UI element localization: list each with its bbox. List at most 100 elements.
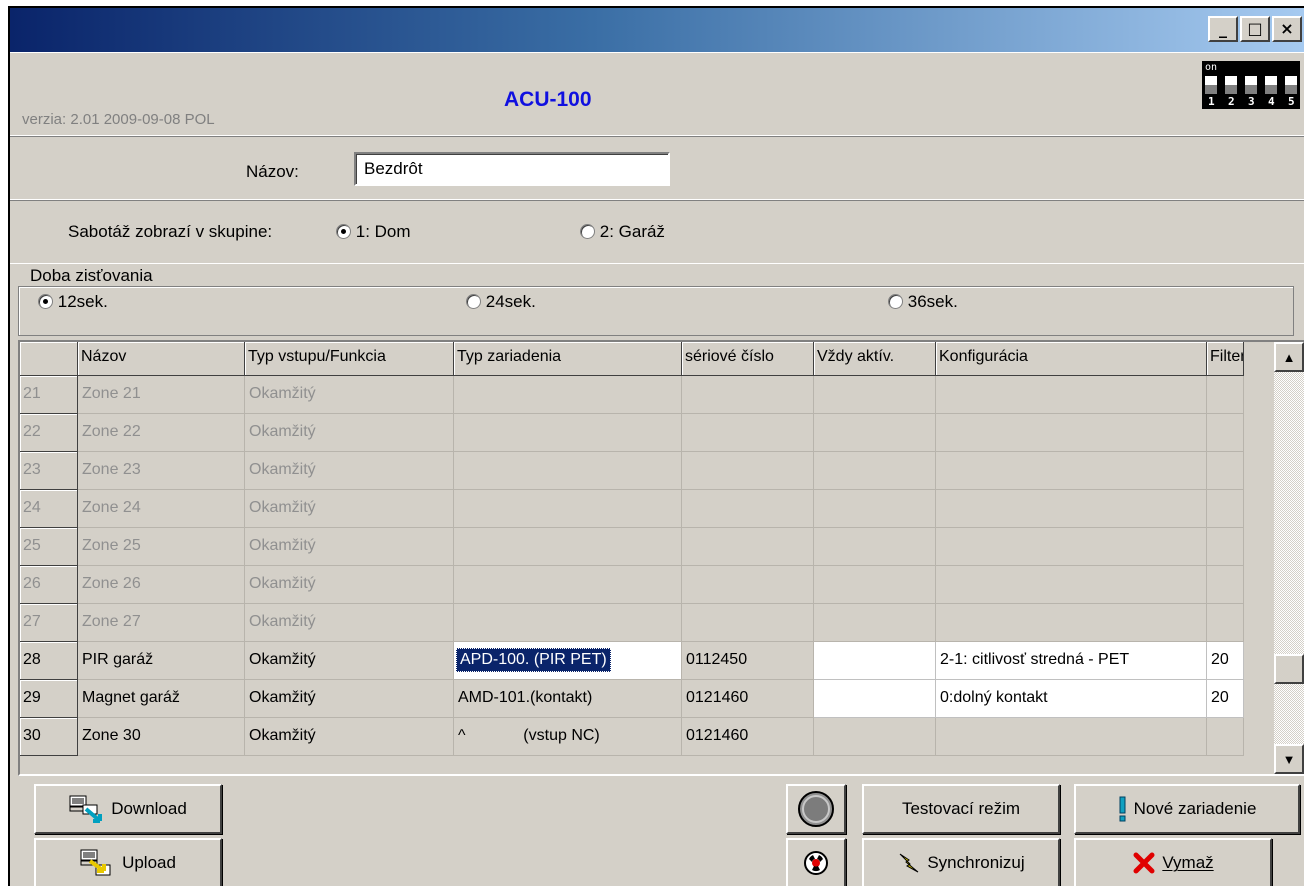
cell-name[interactable]: Zone 25 (78, 528, 245, 566)
cell-device-type[interactable] (454, 414, 682, 452)
cell-filter[interactable] (1207, 490, 1244, 528)
cell-input-type[interactable]: Okamžitý (245, 718, 454, 756)
cell-name[interactable]: Zone 23 (78, 452, 245, 490)
column-header-input-type[interactable]: Typ vstupu/Funkcia (245, 342, 454, 376)
cell-filter[interactable] (1207, 376, 1244, 414)
tamper-option-garaz[interactable]: 2: Garáž (580, 222, 665, 242)
cell-device-type[interactable] (454, 604, 682, 642)
cell-configuration[interactable]: 0:dolný kontakt (936, 680, 1207, 718)
cell-configuration[interactable] (936, 490, 1207, 528)
cell-configuration[interactable] (936, 528, 1207, 566)
cell-configuration[interactable] (936, 376, 1207, 414)
cell-device-type[interactable] (454, 566, 682, 604)
minimize-button[interactable]: _ (1208, 16, 1238, 42)
column-header-serial[interactable]: sériové číslo (682, 342, 814, 376)
cell-always-active[interactable] (814, 414, 936, 452)
cell-always-active[interactable] (814, 566, 936, 604)
cell-device-type[interactable] (454, 376, 682, 414)
cell-serial[interactable] (682, 566, 814, 604)
cell-input-type[interactable]: Okamžitý (245, 414, 454, 452)
cell-name[interactable]: Zone 30 (78, 718, 245, 756)
cell-input-type[interactable]: Okamžitý (245, 376, 454, 414)
new-device-button[interactable]: Nové zariadenie (1074, 784, 1300, 834)
cell-name[interactable]: Zone 24 (78, 490, 245, 528)
upload-button[interactable]: Upload (34, 838, 222, 886)
cell-configuration[interactable] (936, 414, 1207, 452)
cell-serial[interactable] (682, 528, 814, 566)
cell-always-active[interactable] (814, 376, 936, 414)
cell-filter[interactable] (1207, 452, 1244, 490)
cell-configuration[interactable] (936, 604, 1207, 642)
cell-device-type[interactable] (454, 490, 682, 528)
cell-filter[interactable] (1207, 718, 1244, 756)
column-header-device-type[interactable]: Typ zariadenia (454, 342, 682, 376)
scroll-thumb[interactable] (1274, 654, 1304, 684)
scroll-down-button[interactable]: ▼ (1274, 744, 1304, 774)
cell-serial[interactable] (682, 414, 814, 452)
cell-serial[interactable] (682, 604, 814, 642)
cell-serial[interactable]: 0121460 (682, 718, 814, 756)
status-indicator-button[interactable] (786, 784, 846, 834)
cell-serial[interactable] (682, 376, 814, 414)
cell-configuration[interactable] (936, 452, 1207, 490)
cell-name[interactable]: Zone 27 (78, 604, 245, 642)
column-header-name[interactable]: Názov (78, 342, 245, 376)
column-header-configuration[interactable]: Konfigurácia (936, 342, 1207, 376)
cell-name[interactable]: Magnet garáž (78, 680, 245, 718)
cell-serial[interactable]: 0112450 (682, 642, 814, 680)
vertical-scrollbar[interactable]: ▲ ▼ (1274, 342, 1304, 774)
name-input[interactable] (354, 152, 670, 186)
cell-name[interactable]: Zone 26 (78, 566, 245, 604)
cell-input-type[interactable]: Okamžitý (245, 604, 454, 642)
cell-filter[interactable] (1207, 604, 1244, 642)
cell-input-type[interactable]: Okamžitý (245, 452, 454, 490)
cell-input-type[interactable]: Okamžitý (245, 680, 454, 718)
cell-input-type[interactable]: Okamžitý (245, 566, 454, 604)
cell-filter[interactable]: 20 (1207, 642, 1244, 680)
cell-filter[interactable] (1207, 566, 1244, 604)
cell-always-active[interactable] (814, 718, 936, 756)
cell-configuration[interactable]: 2-1: citlivosť stredná - PET (936, 642, 1207, 680)
cell-serial[interactable] (682, 452, 814, 490)
detection-option-36[interactable]: 36sek. (888, 292, 958, 312)
cell-name[interactable]: PIR garáž (78, 642, 245, 680)
detection-option-12[interactable]: 12sek. (38, 292, 108, 312)
cell-always-active[interactable] (814, 642, 936, 680)
tamper-option-dom[interactable]: 1: Dom (336, 222, 411, 242)
synchronize-button[interactable]: Synchronizuj (862, 838, 1060, 886)
cell-configuration[interactable] (936, 718, 1207, 756)
title-bar[interactable]: _ □ × (10, 8, 1304, 52)
cell-filter[interactable] (1207, 528, 1244, 566)
cell-filter[interactable] (1207, 414, 1244, 452)
zones-grid[interactable]: Názov Typ vstupu/Funkcia Typ zariadenia … (18, 340, 1304, 776)
cell-serial[interactable]: 0121460 (682, 680, 814, 718)
cell-input-type[interactable]: Okamžitý (245, 642, 454, 680)
download-button[interactable]: Download (34, 784, 222, 834)
cell-device-type[interactable]: APD-100. (PIR PET) (454, 642, 682, 680)
cell-name[interactable]: Zone 21 (78, 376, 245, 414)
close-button[interactable]: × (1272, 16, 1302, 42)
cell-input-type[interactable]: Okamžitý (245, 528, 454, 566)
cell-configuration[interactable] (936, 566, 1207, 604)
cell-always-active[interactable] (814, 604, 936, 642)
cell-filter[interactable]: 20 (1207, 680, 1244, 718)
cell-device-type[interactable]: AMD-101.(kontakt) (454, 680, 682, 718)
cell-name[interactable]: Zone 22 (78, 414, 245, 452)
maximize-button[interactable]: □ (1240, 16, 1270, 42)
cell-always-active[interactable] (814, 490, 936, 528)
cell-device-type[interactable]: ^ (vstup NC) (454, 718, 682, 756)
radio-signal-button[interactable] (786, 838, 846, 886)
cell-always-active[interactable] (814, 528, 936, 566)
scroll-up-button[interactable]: ▲ (1274, 342, 1304, 372)
cell-always-active[interactable] (814, 680, 936, 718)
column-header-always-active[interactable]: Vždy aktív. (814, 342, 936, 376)
cell-input-type[interactable]: Okamžitý (245, 490, 454, 528)
cell-always-active[interactable] (814, 452, 936, 490)
delete-button[interactable]: Vymaž (1074, 838, 1272, 886)
cell-device-type[interactable] (454, 528, 682, 566)
test-mode-button[interactable]: Testovací režim (862, 784, 1060, 834)
detection-option-24[interactable]: 24sek. (466, 292, 536, 312)
column-header-filter[interactable]: Filter (1207, 342, 1244, 376)
cell-serial[interactable] (682, 490, 814, 528)
cell-device-type[interactable] (454, 452, 682, 490)
